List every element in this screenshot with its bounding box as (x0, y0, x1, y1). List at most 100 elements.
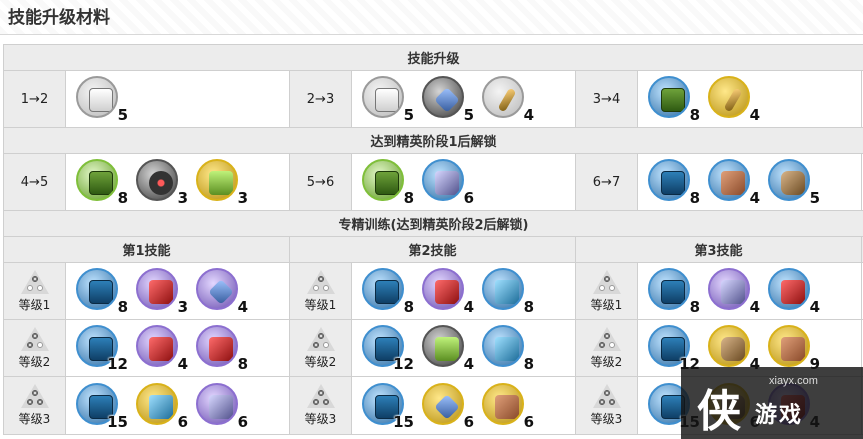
item-glyph (661, 280, 685, 304)
rank-dot (31, 275, 38, 282)
mastery-level-text: 等级1 (590, 297, 623, 312)
mastery-level-label: 等级3 (576, 377, 638, 434)
item-quantity: 5 (809, 189, 820, 207)
upgrade-row: 4→5 8 3 3 5→6 8 6 6→7 8 4 5 (4, 154, 863, 211)
mastery-rank-icon (20, 326, 49, 351)
item-quantity: 4 (523, 106, 534, 124)
green-device-icon (422, 325, 464, 367)
rank-dot (31, 332, 38, 339)
item-quantity: 4 (809, 298, 820, 316)
rank-dot (603, 332, 610, 339)
item-quantity: 8 (403, 189, 414, 207)
section-header-skill-upgrade: 技能升级 (4, 45, 863, 71)
section-header-elite1: 达到精英阶段1后解锁 (4, 128, 863, 154)
gold-rock-icon (708, 325, 750, 367)
section-title: 达到精英阶段1后解锁 (370, 135, 497, 150)
material-item: 5 (420, 74, 476, 124)
rank-dot (322, 399, 329, 405)
material-cell: 5 5 4 (352, 71, 576, 127)
capsule-icon (482, 268, 524, 310)
material-item: 4 (480, 74, 536, 124)
material-item: 6 (420, 381, 476, 431)
item-quantity: 6 (463, 189, 474, 207)
mastery-rank-icon (306, 326, 335, 351)
item-quantity: 4 (463, 355, 474, 373)
site-watermark: 侠 xiayx.com 游戏 (681, 367, 863, 439)
rank-dot (26, 341, 33, 348)
item-glyph (89, 88, 113, 112)
material-item: 3 (194, 157, 250, 207)
item-quantity: 4 (177, 355, 188, 373)
skill-book-2-icon (362, 159, 404, 201)
purple-cube-icon (196, 382, 238, 425)
material-cell: 8 4 5 (638, 154, 862, 210)
mastery-level-label: 等级2 (576, 320, 638, 376)
section-title: 专精训练(达到精英阶段2后解锁) (338, 218, 529, 233)
item-glyph (149, 394, 173, 419)
item-quantity: 4 (463, 298, 474, 316)
material-item: 5 (766, 157, 822, 207)
blue-crystal-icon (482, 325, 524, 367)
red-cube-icon (136, 268, 178, 310)
item-quantity: 5 (463, 106, 474, 124)
mastery-level-label: 等级3 (290, 377, 352, 434)
material-item: 6 (134, 381, 190, 431)
item-glyph (781, 337, 805, 361)
red-cube-icon (768, 268, 810, 310)
material-item: 4 (706, 266, 762, 316)
item-quantity: 6 (463, 412, 474, 431)
rank-dot (608, 341, 615, 348)
rank-dot (312, 399, 319, 405)
mastery-level-label: 等级2 (4, 320, 66, 376)
material-item: 8 (74, 157, 130, 207)
item-quantity: 6 (177, 412, 188, 431)
material-item: 3 (134, 266, 190, 316)
purple-crystal-icon (422, 159, 464, 201)
material-item: 8 (360, 157, 416, 207)
blue-device-icon (136, 382, 178, 425)
mastery-level-text: 等级1 (18, 297, 51, 312)
item-glyph (149, 171, 173, 195)
material-item: 9 (766, 323, 822, 373)
item-glyph (661, 171, 685, 195)
skill-book-2-icon (648, 76, 690, 118)
mastery-rank-icon (20, 269, 49, 294)
material-item: 8 (480, 323, 536, 373)
red-star-icon (136, 325, 178, 367)
item-quantity: 15 (393, 412, 414, 431)
page-title: 技能升级材料 (8, 8, 110, 28)
rank-dot (312, 341, 319, 348)
rank-dot (36, 399, 43, 405)
level-range-label: 6→7 (576, 154, 638, 210)
item-quantity: 8 (523, 298, 534, 316)
item-quantity: 3 (237, 189, 248, 207)
rank-dot (598, 399, 605, 405)
mastery-level-label: 等级1 (290, 263, 352, 319)
item-glyph (723, 87, 743, 113)
material-cell: 8 3 4 (66, 263, 290, 319)
mastery-level-text: 等级2 (18, 354, 51, 369)
material-item: 12 (646, 323, 702, 373)
material-cell: 5 (66, 71, 290, 127)
material-item: 8 (646, 74, 702, 124)
rank-dot (36, 284, 43, 291)
item-glyph (721, 280, 745, 304)
material-item: 8 (646, 157, 702, 207)
item-glyph (435, 337, 459, 361)
item-quantity: 4 (237, 298, 248, 316)
item-glyph (89, 280, 113, 304)
item-glyph (781, 171, 805, 195)
item-glyph (435, 280, 459, 304)
skill-book-3-icon (362, 268, 404, 310)
section-header-mastery: 专精训练(达到精英阶段2后解锁) (4, 211, 863, 237)
material-item: 8 (360, 266, 416, 316)
mastery-skill-header: 第1技能 (4, 237, 290, 262)
mastery-skill-header: 第3技能 (576, 237, 862, 262)
material-cell: 15 6 6 (66, 377, 290, 434)
item-glyph (375, 280, 399, 304)
rank-dot (31, 390, 38, 396)
mastery-rank-icon (592, 269, 621, 294)
rock-cluster-icon (768, 159, 810, 201)
rank-dot (36, 341, 43, 348)
item-glyph (208, 279, 234, 305)
